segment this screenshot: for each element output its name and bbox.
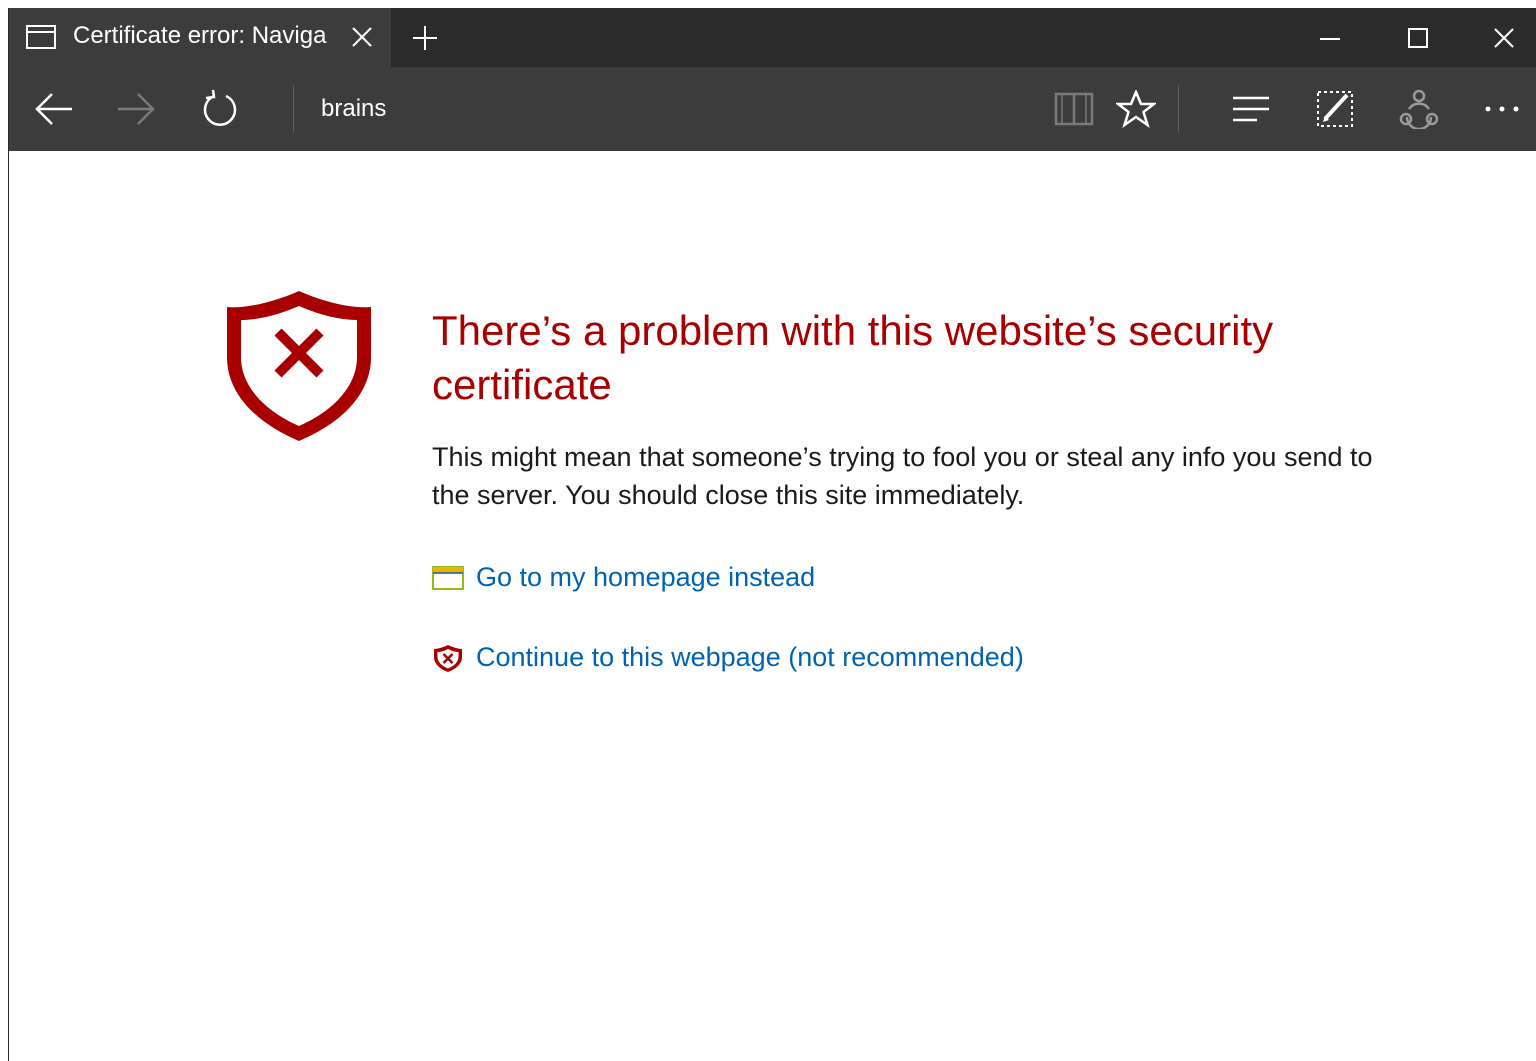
error-heading: There’s a problem with this website’s se… [432, 307, 1274, 408]
favorites-star-icon [1116, 90, 1156, 128]
forward-button[interactable] [101, 67, 171, 151]
web-note-button[interactable] [1300, 67, 1370, 151]
more-button[interactable] [1467, 67, 1536, 151]
close-icon [1494, 28, 1514, 48]
hub-button[interactable] [1216, 67, 1286, 151]
back-button[interactable] [19, 67, 89, 151]
error-page: There’s a problem with this website’s se… [9, 151, 1536, 1061]
web-note-icon [1317, 91, 1353, 127]
share-button[interactable] [1384, 67, 1454, 151]
back-arrow-icon [35, 93, 72, 125]
close-tab-icon[interactable] [351, 26, 373, 53]
maximize-button[interactable] [1373, 8, 1461, 67]
warning-shield-icon [432, 645, 464, 677]
favorites-button[interactable] [1101, 67, 1171, 151]
toolbar-divider-2 [1178, 85, 1179, 133]
tab-title: Certificate error: Naviga [73, 22, 327, 49]
hub-icon [1233, 96, 1269, 122]
refresh-icon [203, 89, 237, 126]
reading-view-button[interactable] [1039, 67, 1109, 151]
refresh-button[interactable] [185, 67, 255, 151]
maximize-icon [1408, 28, 1428, 48]
new-tab-plus-icon[interactable] [412, 25, 438, 56]
homepage-link-label[interactable]: Go to my homepage instead [476, 560, 815, 594]
forward-arrow-icon [118, 93, 155, 125]
reading-view-icon [1054, 92, 1094, 126]
error-shield-icon [221, 287, 377, 448]
toolbar-divider [293, 85, 294, 133]
homepage-icon [432, 566, 464, 595]
more-icon [1485, 106, 1519, 112]
continue-link-label[interactable]: Continue to this webpage (not recommende… [476, 640, 1024, 674]
tab-certificate-error[interactable]: Certificate error: Naviga [9, 8, 391, 67]
title-bar: Certificate error: Naviga [9, 8, 1536, 67]
tab-page-icon [26, 25, 56, 54]
minimize-button[interactable] [1285, 8, 1373, 67]
share-icon [1399, 89, 1439, 129]
close-window-button[interactable] [1459, 8, 1536, 67]
address-bar[interactable]: brains [309, 67, 1039, 151]
minimize-icon [1320, 38, 1340, 40]
error-description: This might mean that someone’s trying to… [432, 442, 1373, 510]
navigation-toolbar: brains [9, 67, 1536, 151]
browser-window: Certificate error: Naviga brains There’s… [8, 8, 1536, 1061]
